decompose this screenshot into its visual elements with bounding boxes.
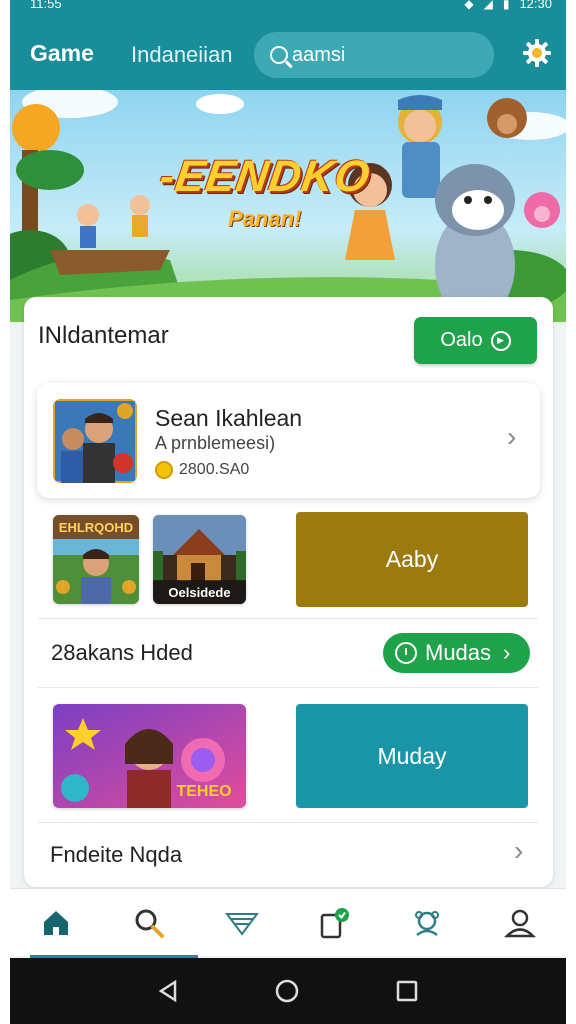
profile-icon	[503, 909, 536, 937]
search-text: aamsi	[292, 43, 346, 66]
banner-subtitle: Panan!	[228, 206, 302, 231]
game-thumbnail-2-label: Oelsidede	[153, 580, 246, 604]
app-subtitle-tab[interactable]: Indaneiian	[131, 42, 233, 68]
search-icon	[270, 46, 288, 64]
mudas-button[interactable]: Mudas ›	[383, 633, 530, 673]
nav-search[interactable]	[103, 889, 196, 956]
section-play-button[interactable]: Oalo ▶	[414, 317, 537, 364]
back-icon[interactable]	[157, 979, 179, 1003]
gear-icon[interactable]	[522, 38, 552, 68]
wifi-icon: ◆	[464, 0, 474, 11]
mudas-button-label: Mudas	[425, 640, 492, 665]
home-icon	[44, 910, 69, 935]
nav-tasks[interactable]	[288, 889, 381, 956]
game-thumbnail-1[interactable]: EHLRQOHD	[53, 515, 139, 604]
banner-title: -EENDKO	[156, 152, 374, 201]
section-button-label: Oalo	[440, 329, 483, 351]
featured-game-price: 2800.SA0	[155, 461, 249, 479]
game-thumbnail-3-label: TEHEO	[176, 783, 232, 800]
search-icon	[135, 909, 164, 938]
system-navigation-bar	[10, 958, 566, 1024]
filter-icon	[224, 912, 259, 936]
hero-banner[interactable]: -EENDKO Panan!	[10, 90, 566, 322]
battery-icon: ▮	[502, 0, 510, 11]
section-title: INldantemar	[38, 322, 169, 349]
app-title[interactable]: Game	[30, 40, 94, 67]
clock-icon	[395, 642, 417, 664]
nav-rewards[interactable]	[381, 889, 474, 956]
recents-icon[interactable]	[395, 979, 419, 1003]
status-bar: 11:55 ◆ ◢ ▮ 12:30	[10, 0, 566, 14]
status-icons: ◆ ◢ ▮ 12:30	[464, 0, 552, 11]
home-circle-icon[interactable]	[274, 978, 300, 1004]
status-time: 11:55	[30, 0, 62, 11]
app-screen: 11:55 ◆ ◢ ▮ 12:30 Game Indaneiian aamsi	[10, 0, 566, 1024]
category-tile-aaby[interactable]: Aaby	[296, 512, 528, 607]
play-icon: ▶	[490, 330, 511, 351]
featured-game-title: Sean Ikahlean	[155, 405, 303, 431]
nav-filter[interactable]	[195, 889, 288, 956]
featured-game-subtitle: A prnblemeesi)	[155, 433, 276, 453]
divider	[38, 822, 538, 823]
award-icon	[415, 910, 440, 936]
chevron-right-icon[interactable]: ›	[514, 835, 523, 867]
chevron-right-icon: ›	[503, 640, 511, 665]
divider	[38, 618, 538, 619]
app-bar: Game Indaneiian aamsi	[10, 14, 566, 90]
featured-game-thumbnail	[53, 399, 137, 483]
nav-home[interactable]	[10, 889, 103, 956]
task-icon	[321, 907, 350, 938]
featured-coin-value: 2800.SA0	[179, 461, 250, 478]
divider	[38, 687, 538, 688]
nav-profile[interactable]	[473, 889, 566, 956]
category-tile-muday[interactable]: Muday	[296, 704, 528, 808]
coin-icon	[155, 461, 173, 479]
game-thumbnail-1-label: EHLRQOHD	[53, 515, 139, 539]
game-thumbnail-3[interactable]: TEHEO	[53, 704, 246, 808]
status-right-time: 12:30	[519, 0, 552, 11]
signal-icon: ◢	[483, 0, 493, 11]
search-input[interactable]: aamsi	[254, 32, 494, 78]
featured-game-card[interactable]: Sean Ikahlean A prnblemeesi) 2800.SA0 ›	[37, 383, 540, 498]
bottom-nav	[10, 888, 566, 956]
row2-title: 28akans Hded	[51, 640, 193, 665]
row4-title[interactable]: Fndeite Nqda	[50, 842, 182, 868]
chevron-right-icon: ›	[507, 421, 517, 452]
game-thumbnail-2[interactable]: Oelsidede	[153, 515, 246, 604]
